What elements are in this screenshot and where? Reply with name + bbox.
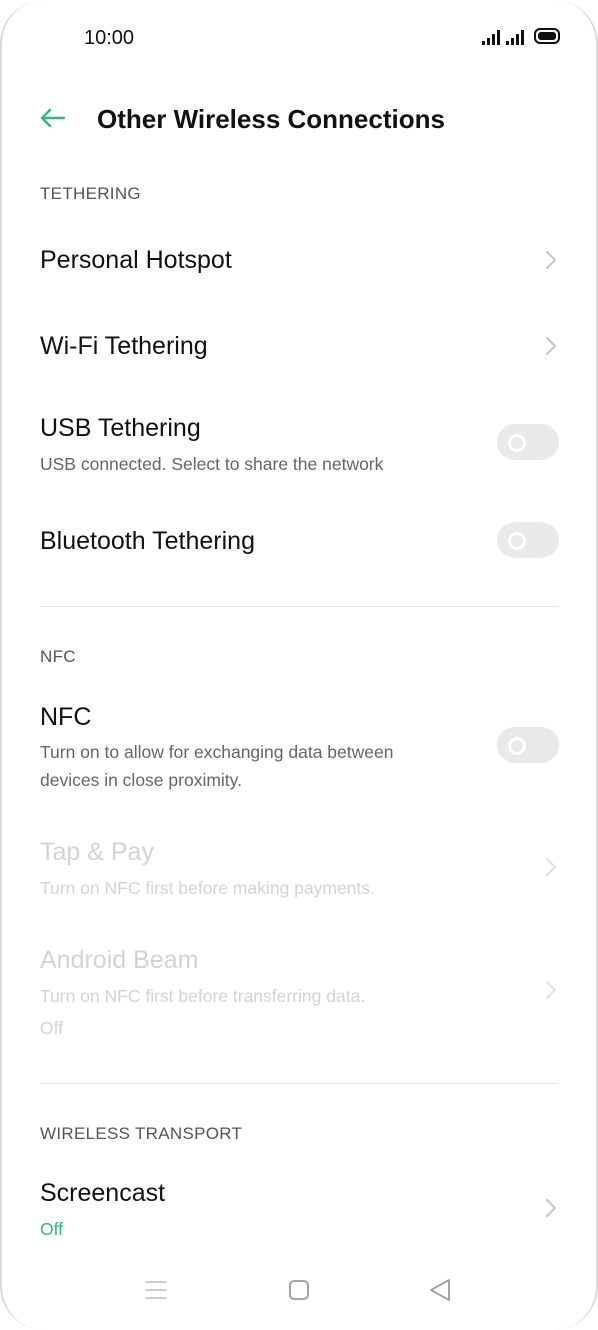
chevron-right-icon (546, 1199, 556, 1217)
android-beam-subtitle: Turn on NFC first before transferring da… (40, 986, 366, 1006)
system-nav-bar (0, 1270, 598, 1320)
screencast-title: Screencast (40, 1179, 166, 1207)
nfc-title: NFC (40, 703, 92, 731)
status-icons (482, 28, 560, 45)
screencast-status: Off (40, 1219, 64, 1239)
status-bar: 10:00 (0, 0, 598, 70)
home-icon[interactable] (279, 1270, 319, 1310)
usb-tethering-subtitle: USB connected. Select to share the netwo… (40, 454, 384, 474)
nfc-subtitle-line2: devices in close proximity. (40, 770, 242, 790)
section-label-nfc: NFC (40, 647, 76, 666)
app-header: Other Wireless Connections (0, 90, 598, 146)
bluetooth-tethering-title: Bluetooth Tethering (40, 527, 255, 555)
wifi-tethering-title: Wi-Fi Tethering (40, 332, 208, 360)
page-title: Other Wireless Connections (97, 104, 445, 134)
battery-icon (534, 28, 560, 44)
signal-icon (506, 29, 524, 45)
chevron-right-icon (546, 337, 556, 355)
chevron-right-icon (546, 858, 556, 876)
tap-pay-subtitle: Turn on NFC first before making payments… (40, 878, 375, 898)
section-divider (40, 606, 558, 607)
back-icon[interactable] (420, 1270, 460, 1310)
android-beam-title: Android Beam (40, 946, 199, 974)
signal-icon (482, 29, 500, 45)
back-arrow-icon[interactable] (36, 102, 68, 134)
usb-tethering-toggle[interactable] (497, 424, 559, 460)
section-label-wireless-transport: WIRELESS TRANSPORT (40, 1124, 243, 1143)
chevron-right-icon (546, 251, 556, 269)
usb-tethering-title: USB Tethering (40, 414, 201, 442)
menu-icon[interactable] (136, 1270, 176, 1310)
chevron-right-icon (546, 981, 556, 999)
status-time: 10:00 (84, 27, 135, 49)
nfc-subtitle-line1: Turn on to allow for exchanging data bet… (40, 742, 394, 762)
section-divider (40, 1083, 558, 1084)
personal-hotspot-title: Personal Hotspot (40, 246, 232, 274)
nfc-toggle[interactable] (497, 727, 559, 763)
tap-pay-title: Tap & Pay (40, 838, 154, 866)
bluetooth-tethering-toggle[interactable] (497, 522, 559, 558)
android-beam-status: Off (40, 1018, 64, 1038)
section-label-tethering: TETHERING (40, 184, 141, 203)
